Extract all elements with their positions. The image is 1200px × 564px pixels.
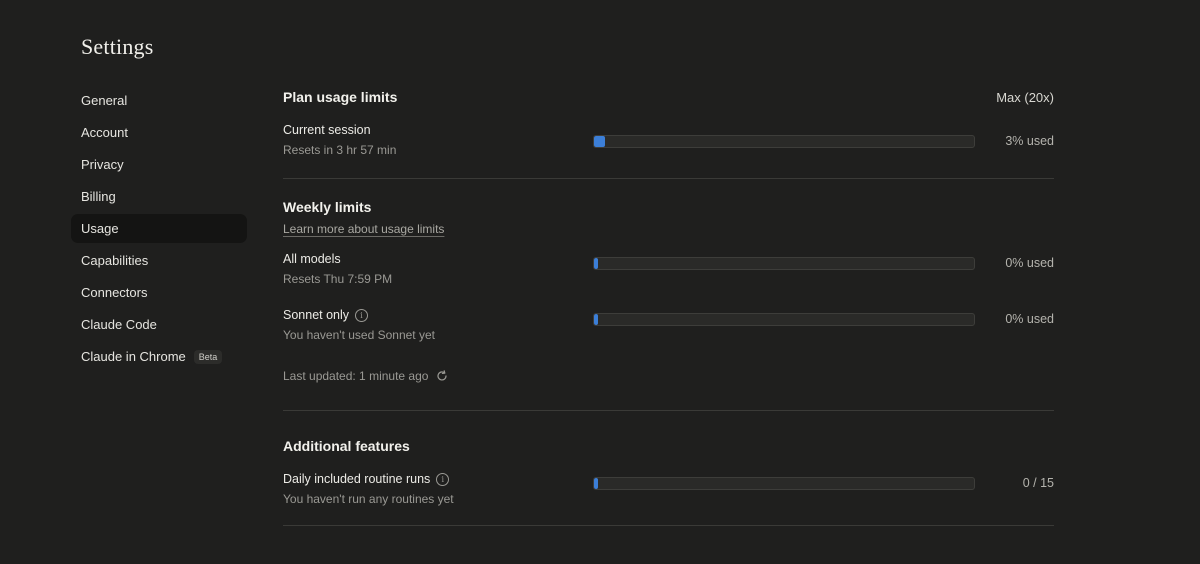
sidebar-item-connectors[interactable]: Connectors [71, 278, 247, 307]
weekly-header: Weekly limits Learn more about usage lim… [283, 199, 1054, 238]
info-icon[interactable]: i [436, 472, 450, 486]
usage-row-current-session: Current session Resets in 3 hr 57 min 3%… [283, 123, 1054, 163]
usage-status-text: You haven't used Sonnet yet [283, 328, 435, 342]
usage-row-all-models: All models Resets Thu 7:59 PM 0% used [283, 252, 1054, 292]
last-updated-text: Last updated: 1 minute ago [283, 369, 429, 383]
info-icon[interactable]: i [355, 308, 369, 322]
progress-bar [593, 257, 975, 270]
usage-label: Sonnet only [283, 308, 350, 322]
progress-fill [594, 314, 598, 325]
sidebar-item-privacy[interactable]: Privacy [71, 150, 247, 179]
usage-reset-text: Resets in 3 hr 57 min [283, 143, 397, 157]
sidebar-item-label: Account [81, 125, 128, 140]
usage-label: Current session [283, 123, 371, 137]
section-divider [283, 525, 1054, 526]
usage-label: All models [283, 252, 341, 266]
progress-fill [594, 136, 606, 147]
sidebar-item-claude-code[interactable]: Claude Code [71, 310, 247, 339]
usage-value: 0% used [1005, 256, 1054, 270]
sidebar-item-usage[interactable]: Usage [71, 214, 247, 243]
weekly-limits-title: Weekly limits [283, 199, 372, 215]
sidebar-item-general[interactable]: General [71, 86, 247, 115]
sidebar-item-account[interactable]: Account [71, 118, 247, 147]
usage-value: 0% used [1005, 312, 1054, 326]
sidebar-item-label: Capabilities [81, 253, 149, 268]
sidebar-item-label: Claude in Chrome [81, 349, 186, 364]
usage-value: 3% used [1005, 134, 1054, 148]
sidebar-item-label: General [81, 93, 128, 108]
progress-bar [593, 477, 975, 490]
usage-label-wrap: Daily included routine runs i [283, 472, 450, 486]
section-divider [283, 178, 1054, 179]
plan-header: Plan usage limits Max (20x) [283, 86, 1054, 108]
plan-usage-title: Plan usage limits [283, 89, 398, 105]
usage-label: Daily included routine runs [283, 472, 431, 486]
refresh-icon[interactable] [436, 370, 448, 382]
settings-sidebar: General Account Privacy Billing Usage Ca… [71, 86, 247, 374]
sidebar-item-label: Privacy [81, 157, 124, 172]
usage-panel: Plan usage limits Max (20x) Current sess… [283, 86, 1054, 526]
sidebar-item-capabilities[interactable]: Capabilities [71, 246, 247, 275]
progress-bar [593, 135, 975, 148]
progress-bar [593, 313, 975, 326]
sidebar-item-label: Billing [81, 189, 116, 204]
usage-value: 0 / 15 [1022, 476, 1054, 490]
usage-row-routine-runs: Daily included routine runs i You haven'… [283, 472, 1054, 512]
sidebar-item-claude-in-chrome[interactable]: Claude in Chrome Beta [71, 342, 247, 371]
usage-reset-text: Resets Thu 7:59 PM [283, 272, 393, 286]
usage-status-text: You haven't run any routines yet [283, 492, 454, 506]
page-title: Settings [81, 34, 154, 59]
learn-more-link[interactable]: Learn more about usage limits [283, 222, 444, 236]
last-updated: Last updated: 1 minute ago [283, 369, 1054, 383]
sidebar-item-label: Usage [81, 221, 119, 236]
progress-fill [594, 258, 598, 269]
sidebar-item-billing[interactable]: Billing [71, 182, 247, 211]
section-divider [283, 410, 1054, 411]
additional-features-title: Additional features [283, 438, 410, 454]
usage-row-sonnet-only: Sonnet only i You haven't used Sonnet ye… [283, 308, 1054, 348]
beta-badge: Beta [193, 349, 223, 364]
sidebar-item-label: Claude Code [81, 317, 157, 332]
usage-label-wrap: Sonnet only i [283, 308, 369, 322]
sidebar-item-label: Connectors [81, 285, 148, 300]
plan-name: Max (20x) [996, 89, 1054, 105]
progress-fill [594, 478, 598, 489]
